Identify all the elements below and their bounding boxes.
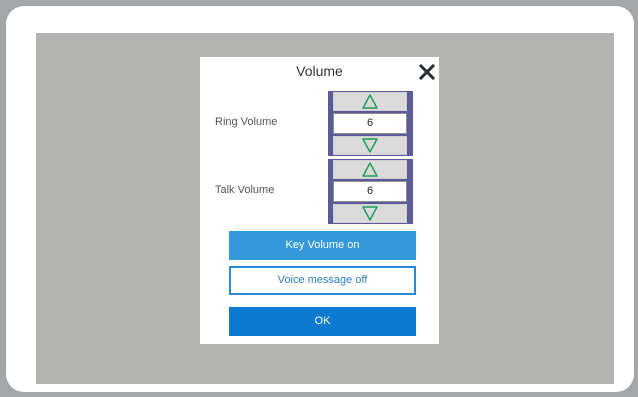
dialog-title: Volume <box>296 63 343 79</box>
ring-volume-value[interactable]: 6 <box>333 113 407 134</box>
talk-volume-up-button[interactable] <box>333 160 407 179</box>
close-icon <box>418 63 436 81</box>
ring-volume-spinner: 6 <box>328 91 413 156</box>
talk-volume-spinner: 6 <box>328 159 413 224</box>
triangle-down-icon <box>362 206 378 221</box>
talk-volume-down-button[interactable] <box>333 204 407 223</box>
key-volume-button[interactable]: Key Volume on <box>229 231 416 260</box>
triangle-up-icon <box>362 162 378 177</box>
ring-volume-down-button[interactable] <box>333 136 407 155</box>
ring-volume-up-button[interactable] <box>333 92 407 111</box>
talk-volume-label: Talk Volume <box>215 184 275 196</box>
volume-dialog: Volume Ring Volume 6 Talk Volume 6 Key V… <box>200 57 439 344</box>
close-button[interactable] <box>418 63 436 81</box>
ok-button[interactable]: OK <box>229 307 416 336</box>
ring-volume-label: Ring Volume <box>215 116 278 128</box>
triangle-up-icon <box>362 94 378 109</box>
triangle-down-icon <box>362 138 378 153</box>
voice-message-button[interactable]: Voice message off <box>229 266 416 295</box>
talk-volume-value[interactable]: 6 <box>333 181 407 202</box>
